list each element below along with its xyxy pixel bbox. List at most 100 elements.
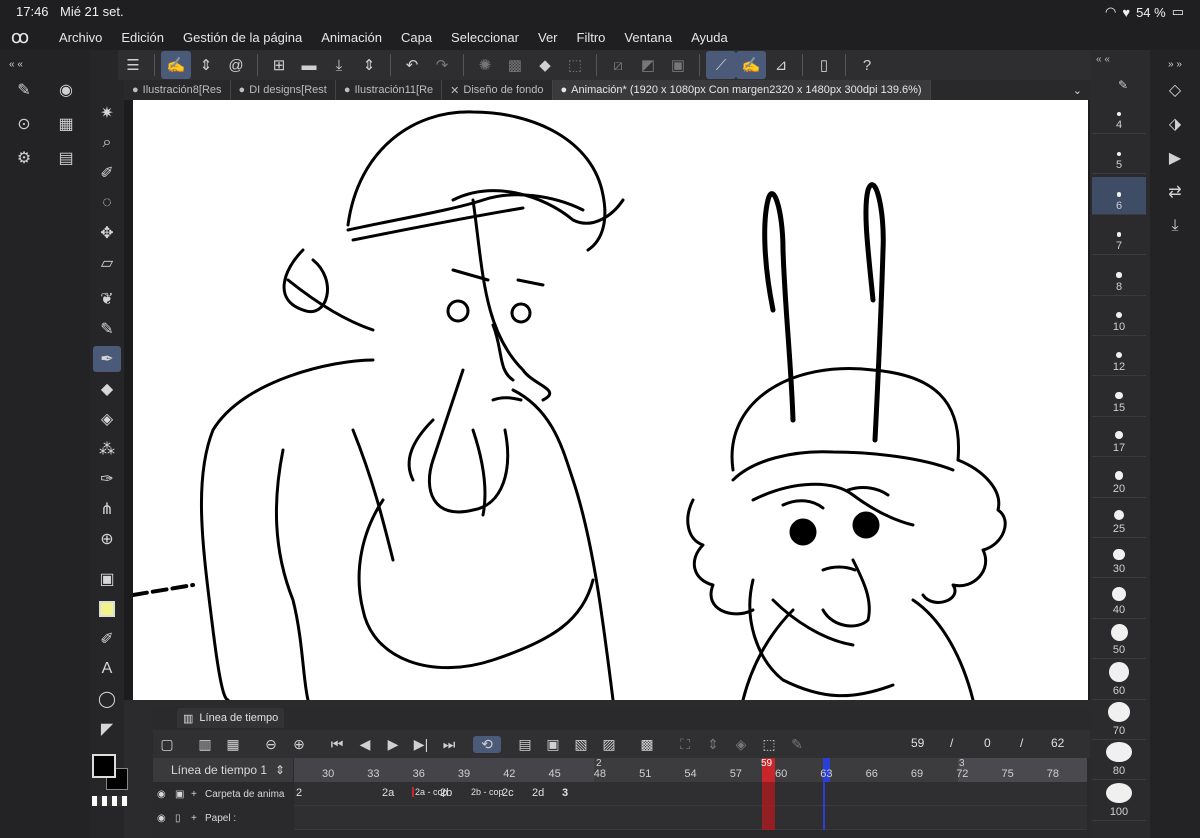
menu-archivo[interactable]: Archivo	[59, 30, 102, 45]
menu-ver[interactable]: Ver	[538, 30, 558, 45]
tab-ilustracion8[interactable]: ● Ilustración8[Res	[124, 80, 231, 100]
play-icon[interactable]: ▶	[379, 736, 407, 753]
spiral-icon[interactable]: @	[221, 51, 251, 79]
new-file-icon[interactable]: ⊞	[264, 51, 294, 79]
tab-animacion[interactable]: ● Animación* (1920 x 1080px Con margen232…	[552, 80, 931, 100]
balloon-tool-icon[interactable]: ◯	[93, 686, 121, 712]
eye-icon[interactable]: ◉	[157, 789, 175, 800]
tool-property-icon[interactable]: ⚙	[12, 146, 36, 170]
clear-icon[interactable]: ▩	[500, 51, 530, 79]
layer-row-carpeta[interactable]: ◉ ▣ + Carpeta de anima	[153, 782, 293, 806]
track-papel[interactable]	[294, 806, 1087, 830]
swap-icon[interactable]: ⇄	[1163, 180, 1187, 204]
pen-settings-icon[interactable]: ✎	[12, 78, 36, 102]
smartphone-icon[interactable]: ▯	[809, 51, 839, 79]
pen-cursor-icon[interactable]: ✍	[161, 51, 191, 79]
specify-cel-icon[interactable]: ▣	[539, 736, 567, 753]
fill-tool-icon[interactable]: ◈	[93, 406, 121, 432]
brush-size-80[interactable]: 80	[1092, 742, 1146, 781]
figure-tool-icon[interactable]	[93, 596, 121, 622]
selection-border-icon[interactable]: ▣	[663, 51, 693, 79]
snap-special-ruler-icon[interactable]: ✍	[736, 51, 766, 79]
marker-tool-icon[interactable]: ✎	[93, 316, 121, 342]
brush-size-25[interactable]: 25	[1092, 500, 1146, 538]
timeline-tab[interactable]: ▥ Línea de tiempo	[177, 708, 285, 728]
layer-row-papel[interactable]: ◉ ▯ + Papel :	[153, 806, 293, 830]
menu-capa[interactable]: Capa	[401, 30, 432, 45]
brush-size-10[interactable]: 10	[1092, 298, 1146, 336]
eye-icon[interactable]: ◉	[157, 813, 175, 824]
save-icon[interactable]: ⤓	[324, 51, 354, 79]
brush-size-40[interactable]: 40	[1092, 581, 1146, 619]
airbrush-tool-icon[interactable]: ⁂	[93, 436, 121, 462]
menu-edicion[interactable]: Edición	[121, 30, 164, 45]
cel-label[interactable]: 2c	[502, 787, 514, 799]
menu-ventana[interactable]: Ventana	[624, 30, 672, 45]
frame-ruler[interactable]: 2 3 59 30 33 36 39 42 45 48 51 54 57 60 63 66 69 72 75 7…	[294, 758, 1087, 782]
open-folder-icon[interactable]: ▬	[294, 51, 324, 79]
tabs-dropdown-icon[interactable]: ⌄	[1073, 84, 1090, 97]
brush-size-100[interactable]: 100	[1092, 782, 1146, 821]
prev-frame-icon[interactable]: ◀	[351, 736, 379, 753]
expand-icon[interactable]: +	[191, 813, 205, 824]
brush-size-12[interactable]: 12	[1092, 338, 1146, 377]
timeline-selector[interactable]: Línea de tiempo 1 ⇕	[153, 758, 293, 782]
zoom-out-icon[interactable]: ⊖	[257, 736, 285, 753]
menu-filtro[interactable]: Filtro	[577, 30, 606, 45]
animation-cels-icon[interactable]: ▶	[1163, 146, 1187, 170]
lasso-tool-icon[interactable]: ◌	[93, 190, 121, 216]
app-logo-icon[interactable]: ꝏ	[0, 27, 40, 48]
timeline-stepper-icon[interactable]: ⇕	[275, 763, 285, 777]
keyframe-icon[interactable]: ▩	[633, 736, 661, 753]
folder-icon[interactable]: ▣	[175, 789, 191, 800]
transform-icon[interactable]: ⬚	[560, 51, 590, 79]
drawing-canvas[interactable]	[133, 100, 1088, 700]
up-down-icon[interactable]: ⇕	[699, 736, 727, 753]
invert-selection-icon[interactable]: ◩	[633, 51, 663, 79]
brush-size-7[interactable]: 7	[1092, 217, 1146, 256]
brush-size-8[interactable]: 8	[1092, 258, 1146, 296]
brush-size-15[interactable]: 15	[1092, 379, 1146, 417]
tween-icon[interactable]: ◈	[727, 736, 755, 753]
brush-size-17[interactable]: 17	[1092, 419, 1146, 458]
pen-tool-icon[interactable]: ✒	[93, 346, 121, 372]
new-timeline-icon[interactable]: ▥	[191, 736, 219, 753]
undo-icon[interactable]: ↶	[397, 51, 427, 79]
menu-icon[interactable]: ☰	[118, 51, 148, 79]
cel-label[interactable]: 2a	[382, 787, 394, 799]
zoom-in-icon[interactable]: ⊕	[285, 736, 313, 753]
brush-tool-icon[interactable]: ❦	[93, 286, 121, 312]
panel-expand-icon[interactable]: » »	[1163, 52, 1187, 76]
brush-size-50[interactable]: 50	[1092, 621, 1146, 660]
close-icon[interactable]: ✕	[450, 84, 459, 97]
brush-size-5[interactable]: 5	[1092, 136, 1146, 175]
layer-property-icon[interactable]: ⬗	[1163, 112, 1187, 136]
tab-diseno-fondo[interactable]: ✕ Diseño de fondo	[442, 80, 553, 100]
grid-icon[interactable]: ▦	[54, 112, 78, 136]
snap-grid-icon[interactable]: ⊿	[766, 51, 796, 79]
cel-label[interactable]: 2b	[440, 787, 452, 799]
frame-tool-icon[interactable]: ◤	[93, 716, 121, 742]
gradient-tool-icon[interactable]: ▣	[93, 566, 121, 592]
zoom-tool-icon[interactable]: ⌕	[93, 130, 121, 156]
navigator-icon[interactable]: ⊙	[12, 112, 36, 136]
brush-size-60[interactable]: 60	[1092, 661, 1146, 700]
cel-label[interactable]: 2	[296, 787, 302, 799]
film-icon[interactable]: ▤	[54, 146, 78, 170]
blend-tool-icon[interactable]: ✑	[93, 466, 121, 492]
redo-icon[interactable]: ↷	[427, 51, 457, 79]
menu-animacion[interactable]: Animación	[321, 30, 382, 45]
paper-icon[interactable]: ▯	[175, 813, 191, 824]
cel-label[interactable]: 2b - cop	[471, 787, 504, 797]
snap-ruler-icon[interactable]: ⟋	[706, 51, 736, 79]
up-down-icon[interactable]: ⇕	[191, 51, 221, 79]
ruler-tool-icon[interactable]: ✐	[93, 626, 121, 652]
text-tool-icon[interactable]: A	[93, 656, 121, 682]
layers-icon[interactable]: ◇	[1163, 78, 1187, 102]
panel-collapse-icon[interactable]: « «	[1096, 54, 1110, 65]
brush-size-30[interactable]: 30	[1092, 540, 1146, 579]
decoration-tool-icon[interactable]: ⋔	[93, 496, 121, 522]
expand-icon[interactable]: +	[191, 789, 205, 800]
onion-skin-icon[interactable]: ▧	[567, 736, 595, 753]
up-down-icon[interactable]: ⇕	[354, 51, 384, 79]
